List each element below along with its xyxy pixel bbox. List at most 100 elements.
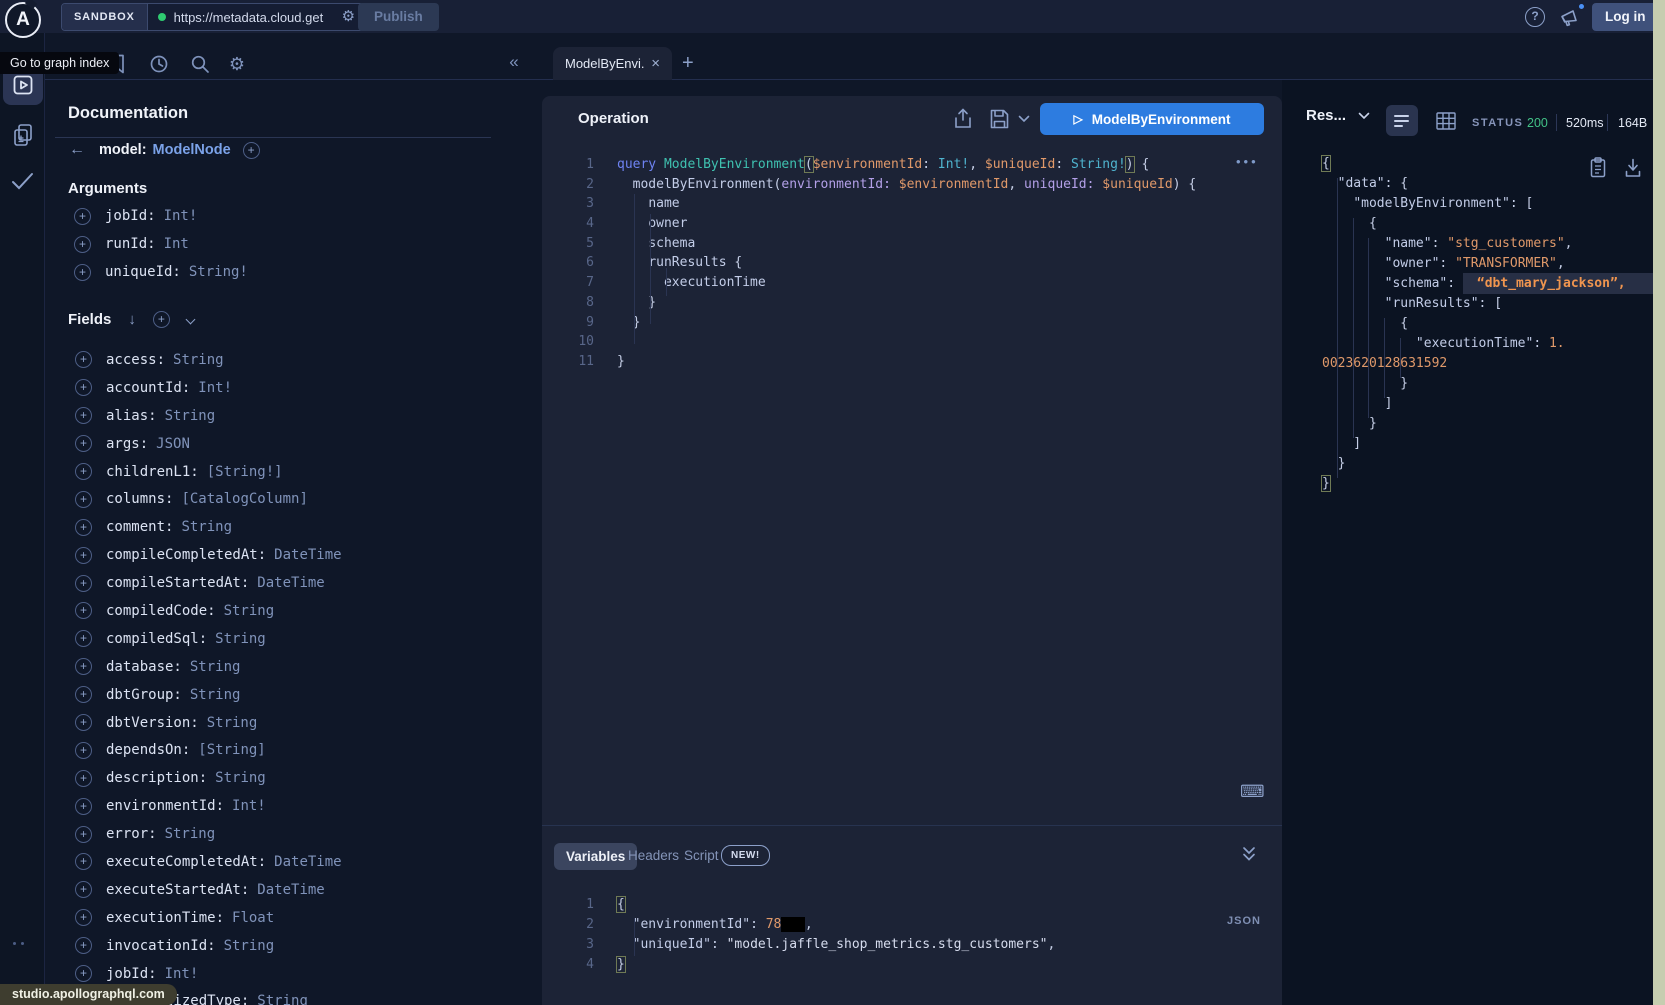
- schema-member-row[interactable]: +args:JSON: [75, 430, 342, 458]
- schema-member-row[interactable]: +error:String: [75, 820, 342, 848]
- add-field-icon[interactable]: +: [75, 714, 92, 731]
- add-field-icon[interactable]: +: [75, 826, 92, 843]
- add-field-icon[interactable]: +: [75, 965, 92, 982]
- add-all-fields-icon[interactable]: +: [153, 311, 170, 328]
- schema-member-row[interactable]: +jobId:Int!: [74, 202, 248, 230]
- add-field-icon[interactable]: +: [75, 909, 92, 926]
- table-view-toggle[interactable]: [1435, 111, 1457, 131]
- tab-variables[interactable]: Variables: [554, 843, 637, 870]
- sort-fields-icon[interactable]: ↓: [128, 311, 136, 328]
- add-field-icon[interactable]: +: [75, 491, 92, 508]
- save-icon[interactable]: [988, 107, 1011, 131]
- endpoint-url-input[interactable]: https://metadata.cloud.get: [174, 10, 334, 25]
- member-type[interactable]: String: [190, 659, 241, 675]
- new-tab-button[interactable]: +: [682, 52, 694, 75]
- add-field-icon[interactable]: +: [75, 602, 92, 619]
- add-field-icon[interactable]: +: [75, 630, 92, 647]
- member-type[interactable]: String: [257, 993, 308, 1005]
- schema-member-row[interactable]: +description:String: [75, 764, 342, 792]
- member-type[interactable]: DateTime: [257, 882, 324, 898]
- back-arrow-icon[interactable]: ←: [69, 141, 85, 159]
- apollo-logo[interactable]: A: [5, 2, 41, 38]
- add-field-icon[interactable]: +: [75, 686, 92, 703]
- tab-headers[interactable]: Headers: [628, 848, 679, 863]
- member-type[interactable]: String: [224, 603, 275, 619]
- schema-member-row[interactable]: +compileCompletedAt:DateTime: [75, 541, 342, 569]
- add-field-icon[interactable]: +: [74, 236, 91, 253]
- save-options-chevron-icon[interactable]: [1018, 115, 1030, 123]
- add-field-icon[interactable]: +: [75, 463, 92, 480]
- schema-member-row[interactable]: +executeStartedAt:DateTime: [75, 876, 342, 904]
- add-field-icon[interactable]: +: [74, 264, 91, 281]
- publish-button[interactable]: Publish: [358, 3, 439, 31]
- add-field-icon[interactable]: +: [75, 575, 92, 592]
- member-type[interactable]: Int!: [232, 798, 266, 814]
- member-type[interactable]: [String!]: [207, 464, 283, 480]
- schema-member-row[interactable]: +executionTime:Float: [75, 904, 342, 932]
- schema-member-row[interactable]: +compiledCode:String: [75, 597, 342, 625]
- run-operation-button[interactable]: ▷ ModelByEnvironment: [1040, 103, 1264, 135]
- member-type[interactable]: [CatalogColumn]: [181, 491, 307, 507]
- add-field-icon[interactable]: +: [74, 208, 91, 225]
- add-field-icon[interactable]: +: [75, 937, 92, 954]
- member-type[interactable]: String: [165, 826, 216, 842]
- member-type[interactable]: String: [215, 770, 266, 786]
- keyboard-shortcuts-icon[interactable]: ⌨: [1240, 782, 1265, 802]
- member-type[interactable]: Int: [164, 236, 189, 252]
- page-scrollbar[interactable]: [1653, 0, 1665, 1005]
- gql-editor[interactable]: 1query ModelByEnvironment($environmentId…: [556, 155, 1196, 372]
- schema-member-row[interactable]: +database:String: [75, 653, 342, 681]
- schema-member-row[interactable]: +columns:[CatalogColumn]: [75, 485, 342, 513]
- history-icon[interactable]: [146, 51, 172, 77]
- add-field-icon[interactable]: +: [75, 798, 92, 815]
- member-type[interactable]: String: [207, 715, 258, 731]
- add-field-icon[interactable]: +: [75, 770, 92, 787]
- add-field-icon[interactable]: +: [75, 435, 92, 452]
- schema-member-row[interactable]: +dependsOn:[String]: [75, 736, 342, 764]
- collapse-variables-icon[interactable]: [1241, 845, 1257, 863]
- add-field-icon[interactable]: +: [75, 742, 92, 759]
- search-icon[interactable]: [187, 51, 213, 77]
- member-type[interactable]: String: [224, 938, 275, 954]
- member-type[interactable]: String!: [189, 264, 248, 280]
- member-type[interactable]: Int!: [165, 966, 199, 982]
- add-field-icon[interactable]: +: [75, 519, 92, 536]
- add-field-icon[interactable]: +: [75, 379, 92, 396]
- schema-member-row[interactable]: +compiledSql:String: [75, 625, 342, 653]
- schema-member-row[interactable]: +compileStartedAt:DateTime: [75, 569, 342, 597]
- add-field-icon[interactable]: +: [75, 658, 92, 675]
- add-field-icon[interactable]: +: [75, 881, 92, 898]
- schema-member-row[interactable]: +runId:Int: [74, 230, 248, 258]
- tab-script[interactable]: Script: [684, 848, 719, 863]
- variables-editor[interactable]: 1{2 "environmentId": 78 ,3 "uniqueId": "…: [556, 895, 1055, 975]
- schema-member-row[interactable]: +dbtVersion:String: [75, 709, 342, 737]
- collapse-panel-icon[interactable]: «: [503, 50, 525, 74]
- member-type[interactable]: String: [165, 408, 216, 424]
- schema-member-row[interactable]: +invocationId:String: [75, 932, 342, 960]
- member-type[interactable]: String: [190, 687, 241, 703]
- sidebar-item-checks[interactable]: [10, 170, 35, 192]
- tab-close-icon[interactable]: ×: [651, 55, 660, 72]
- member-type[interactable]: Float: [232, 910, 274, 926]
- add-type-icon[interactable]: +: [243, 142, 260, 159]
- editor-more-menu[interactable]: •••: [1236, 154, 1259, 169]
- endpoint-bar[interactable]: SANDBOX https://metadata.cloud.get ⚙: [61, 3, 364, 31]
- member-type[interactable]: JSON: [156, 436, 190, 452]
- member-type[interactable]: String: [173, 352, 224, 368]
- schema-member-row[interactable]: +executeCompletedAt:DateTime: [75, 848, 342, 876]
- schema-member-row[interactable]: +alias:String: [75, 402, 342, 430]
- add-field-icon[interactable]: +: [75, 351, 92, 368]
- member-type[interactable]: DateTime: [274, 547, 341, 563]
- member-type[interactable]: String: [181, 519, 232, 535]
- member-type[interactable]: String: [215, 631, 266, 647]
- add-field-icon[interactable]: +: [75, 407, 92, 424]
- schema-member-row[interactable]: +dbtGroup:String: [75, 681, 342, 709]
- response-selector[interactable]: Res...: [1306, 107, 1370, 124]
- share-icon[interactable]: [952, 107, 974, 131]
- settings-gear-icon[interactable]: ⚙: [224, 51, 250, 77]
- login-button[interactable]: Log in: [1592, 3, 1659, 31]
- member-type[interactable]: DateTime: [274, 854, 341, 870]
- raw-view-toggle[interactable]: [1386, 105, 1418, 136]
- member-type[interactable]: DateTime: [257, 575, 324, 591]
- add-field-icon[interactable]: +: [75, 853, 92, 870]
